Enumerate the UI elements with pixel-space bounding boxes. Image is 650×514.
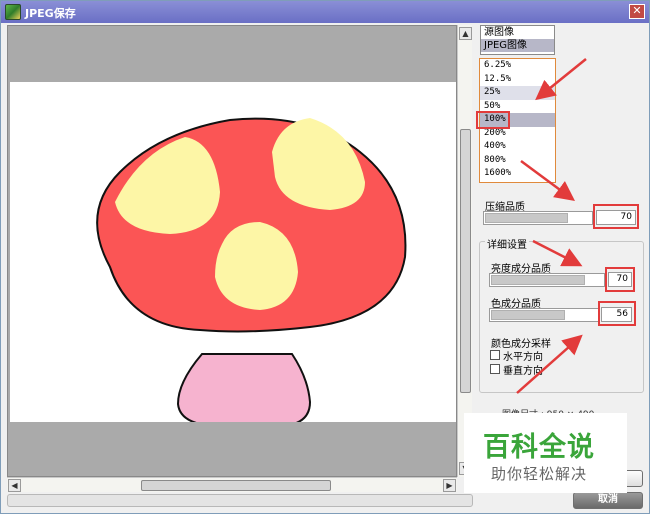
window-title: JPEG保存 (25, 7, 76, 20)
vertical-checkbox[interactable] (490, 364, 500, 374)
close-icon[interactable]: ✕ (629, 4, 645, 19)
title-bar: JPEG保存 ✕ (1, 1, 649, 23)
vertical-scroll-thumb[interactable] (460, 129, 471, 393)
mushroom-stem (176, 353, 312, 422)
source-item-original[interactable]: 源图像 (481, 26, 554, 39)
scroll-up-icon[interactable]: ▲ (459, 27, 472, 40)
zoom-item[interactable]: 400% (480, 140, 555, 154)
zoom-item[interactable]: 25% (480, 86, 555, 100)
chroma-quality-slider[interactable] (489, 308, 599, 322)
jpeg-save-window: JPEG保存 ✕ ▲ ▼ ◀ ▶ 源图像 JPEG图像 (0, 0, 650, 514)
zoom-item[interactable]: 800% (480, 154, 555, 168)
chroma-quality-fill (491, 310, 565, 320)
luminance-quality-fill (491, 275, 585, 285)
luminance-quality-slider[interactable] (489, 273, 605, 287)
preview-canvas (10, 82, 456, 422)
details-heading: 详细设置 (485, 236, 529, 251)
compression-quality-slider[interactable] (483, 211, 593, 225)
annotation-box-compression (593, 204, 639, 229)
watermark-main-text: 百科全说 (483, 432, 595, 463)
image-preview[interactable] (7, 25, 457, 477)
scroll-left-icon[interactable]: ◀ (8, 479, 21, 492)
vertical-checkbox-label[interactable]: 垂直方向 (503, 362, 543, 377)
zoom-item[interactable]: 1600% (480, 167, 555, 181)
watermark-sub-text: 助你轻松解决 (491, 465, 588, 483)
zoom-item[interactable]: 6.25% (480, 59, 555, 73)
vertical-scrollbar[interactable]: ▲ ▼ (457, 25, 472, 477)
zoom-item[interactable]: 12.5% (480, 73, 555, 87)
scroll-right-icon[interactable]: ▶ (443, 479, 456, 492)
source-selector[interactable]: 源图像 JPEG图像 (480, 25, 555, 55)
horizontal-checkbox[interactable] (490, 350, 500, 360)
watermark-logo: 百科全说 助你轻松解决 (464, 413, 627, 493)
annotation-box-chroma (598, 301, 636, 326)
horizontal-scrollbar[interactable]: ◀ ▶ (7, 477, 457, 492)
annotation-box-luminance (605, 267, 635, 292)
app-icon (5, 4, 21, 20)
mushroom-spot (115, 137, 220, 234)
source-item-jpeg[interactable]: JPEG图像 (481, 39, 554, 52)
horizontal-scroll-thumb[interactable] (141, 480, 331, 491)
compression-quality-fill (485, 213, 568, 223)
horizontal-checkbox-label[interactable]: 水平方向 (503, 348, 543, 363)
mushroom-image (96, 117, 407, 422)
status-bar (7, 494, 473, 507)
cancel-button[interactable]: 取消 (573, 492, 643, 509)
annotation-box-100 (476, 111, 510, 129)
